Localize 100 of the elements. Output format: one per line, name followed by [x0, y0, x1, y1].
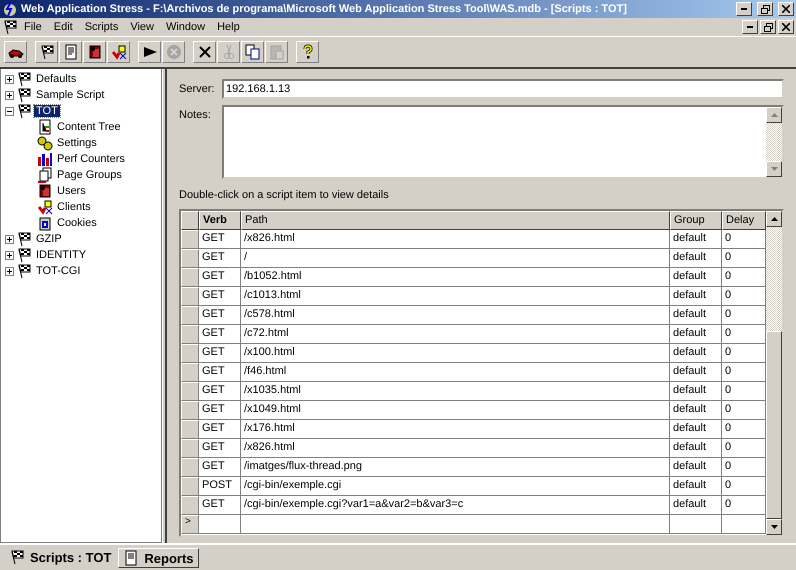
table-cell: default — [670, 420, 722, 439]
users-icon — [86, 44, 102, 60]
expand-icon[interactable] — [5, 234, 14, 244]
expand-icon[interactable] — [5, 90, 14, 100]
restore-button[interactable] — [757, 2, 773, 16]
row-header[interactable] — [181, 249, 199, 268]
table-cell: /x1035.html — [241, 382, 670, 401]
scroll-down-button[interactable] — [766, 519, 782, 535]
cookie-jar-icon — [37, 215, 53, 231]
toolbar-button[interactable] — [107, 41, 130, 63]
close-button[interactable] — [778, 20, 794, 34]
table-cell: GET — [199, 439, 241, 458]
row-header[interactable] — [181, 458, 199, 477]
minimize-button[interactable] — [736, 2, 752, 16]
view-tab[interactable]: Scripts : TOT — [4, 546, 116, 568]
table-cell: GET — [199, 287, 241, 306]
close-icon — [782, 23, 790, 31]
toolbar-button[interactable] — [4, 41, 27, 63]
up-arrow-icon — [770, 113, 778, 117]
toolbar-button[interactable] — [193, 41, 216, 63]
tree-item[interactable]: Sample Script — [34, 89, 106, 101]
scroll-up-button[interactable] — [766, 107, 782, 123]
expand-icon[interactable] — [5, 250, 14, 260]
row-header[interactable] — [181, 325, 199, 344]
menu-item[interactable]: Window — [160, 21, 212, 33]
new-row-marker[interactable]: > — [181, 515, 199, 534]
tree-item[interactable]: Defaults — [34, 73, 78, 85]
tree-item[interactable]: IDENTITY — [34, 249, 88, 261]
row-header[interactable] — [181, 268, 199, 287]
scroll-thumb[interactable] — [766, 331, 782, 519]
toolbar-button[interactable] — [35, 41, 58, 63]
collapse-icon[interactable] — [5, 106, 14, 116]
checkered-flag-icon — [38, 44, 54, 60]
table-cell: /c1013.html — [241, 287, 670, 306]
menu-item[interactable]: View — [124, 21, 160, 33]
table-cell: /x176.html — [241, 420, 670, 439]
row-header[interactable] — [181, 344, 199, 363]
toolbar-button[interactable] — [138, 41, 161, 63]
row-header[interactable] — [181, 420, 199, 439]
scroll-down-button[interactable] — [766, 161, 782, 177]
gears-icon — [37, 135, 53, 151]
view-tab[interactable]: Reports — [118, 548, 199, 568]
toolbar-button[interactable] — [296, 41, 319, 63]
table-cell: GET — [199, 401, 241, 420]
table-cell: GET — [199, 268, 241, 287]
row-header[interactable] — [181, 230, 199, 249]
table-cell: GET — [199, 458, 241, 477]
table-cell: /b1052.html — [241, 268, 670, 287]
menu-item[interactable]: Scripts — [78, 21, 124, 33]
tree-item[interactable]: Cookies — [55, 217, 99, 229]
tree-item[interactable]: Perf Counters — [55, 153, 127, 165]
checkered-flag-icon — [2, 19, 18, 35]
expand-icon[interactable] — [5, 266, 14, 276]
tree-item[interactable]: TOT-CGI — [34, 265, 82, 277]
table-cell: GET — [199, 496, 241, 515]
restore-button[interactable] — [760, 20, 776, 34]
row-header[interactable] — [181, 496, 199, 515]
tree-item[interactable]: TOT — [34, 105, 60, 117]
table-cell: GET — [199, 230, 241, 249]
down-arrow-icon — [770, 167, 778, 171]
column-header[interactable]: Delay — [722, 211, 766, 230]
expand-icon[interactable] — [5, 74, 14, 84]
menu-item[interactable]: Edit — [48, 21, 79, 33]
tree-item[interactable]: Users — [55, 185, 88, 197]
row-header[interactable] — [181, 363, 199, 382]
row-header[interactable] — [181, 306, 199, 325]
checkered-flag-icon — [16, 231, 32, 247]
minimize-icon — [741, 8, 747, 10]
copy-icon — [244, 44, 260, 60]
table-cell: default — [670, 458, 722, 477]
tree-item[interactable]: Clients — [55, 201, 93, 213]
corner-header[interactable] — [181, 211, 199, 230]
notes-field[interactable] — [222, 105, 784, 179]
table-cell: GET — [199, 325, 241, 344]
row-header[interactable] — [181, 287, 199, 306]
server-field[interactable]: 192.168.1.13 — [222, 79, 784, 99]
row-header[interactable] — [181, 439, 199, 458]
toolbar-button[interactable] — [59, 41, 82, 63]
row-header[interactable] — [181, 401, 199, 420]
table-cell: default — [670, 325, 722, 344]
close-button[interactable] — [778, 2, 794, 16]
clients-icon — [110, 44, 126, 60]
menu-item[interactable]: Help — [211, 21, 246, 33]
delete-icon — [196, 44, 212, 60]
clients-icon — [37, 199, 53, 215]
column-header[interactable]: Group — [670, 211, 722, 230]
empty-cell — [670, 515, 722, 534]
tree-item[interactable]: GZIP — [34, 233, 64, 245]
scroll-up-button[interactable] — [766, 211, 782, 227]
row-header[interactable] — [181, 382, 199, 401]
menu-item[interactable]: File — [18, 21, 48, 33]
tree-item[interactable]: Content Tree — [55, 121, 123, 133]
column-header[interactable]: Path — [241, 211, 670, 230]
minimize-button[interactable] — [742, 20, 758, 34]
tree-item[interactable]: Page Groups — [55, 169, 124, 181]
tree-item[interactable]: Settings — [55, 137, 99, 149]
toolbar-button[interactable] — [83, 41, 106, 63]
toolbar-button[interactable] — [241, 41, 264, 63]
column-header[interactable]: Verb — [199, 211, 241, 230]
row-header[interactable] — [181, 477, 199, 496]
